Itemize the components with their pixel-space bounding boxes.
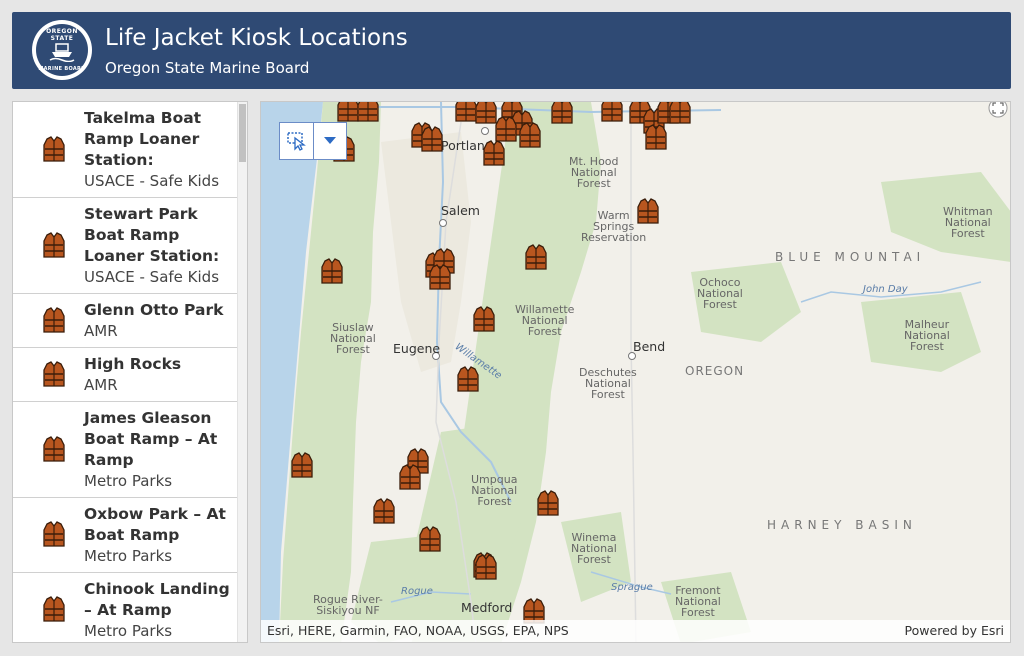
kiosk-list-item[interactable]: High Rocks AMR [13,348,239,402]
attribution-text[interactable]: Esri, HERE, Garmin, FAO, NOAA, USGS, EPA… [267,623,569,638]
life-jacket-icon[interactable] [473,306,495,332]
list-scrollbar[interactable] [237,102,247,642]
life-jacket-icon [43,306,65,334]
app-header: OREGON STATE MARINE BOARD Life Jacket Ki… [12,12,1011,89]
kiosk-organization: Metro Parks [84,472,173,490]
life-jacket-icon[interactable] [421,126,443,152]
life-jacket-icon[interactable] [537,490,559,516]
select-dropdown-button[interactable] [312,123,346,159]
map-view[interactable]: Mt. Hood National Forest Warm Springs Reserv… [260,101,1011,643]
life-jacket-icon[interactable] [475,554,497,580]
willamette-nf-label: Willamette National Forest [515,303,575,338]
sprague-river-label: Sprague [611,582,653,593]
medford-label: Medford [461,600,513,615]
bend-label: Bend [633,339,666,354]
life-jacket-icon[interactable] [495,116,517,142]
kiosk-name: James Gleason Boat Ramp – At Ramp [84,409,218,469]
rogue-river-label: Rogue [401,586,433,597]
powered-by-esri[interactable]: Powered by Esri [905,623,1004,638]
malheur-label: Malheur National Forest [904,318,950,353]
life-jacket-icon[interactable] [525,244,547,270]
life-jacket-icon [43,135,65,163]
life-jacket-icon[interactable] [321,258,343,284]
app-title: Life Jacket Kiosk Locations [105,25,408,51]
select-tool-icon [287,132,307,151]
kiosk-list: Takelma Boat Ramp Loaner Station: USACE -… [13,102,239,642]
kiosk-organization: USACE - Safe Kids [84,172,220,190]
life-jacket-icon[interactable] [645,124,667,150]
marine-board-logo: OREGON STATE MARINE BOARD [32,20,92,80]
salem-marker [439,219,447,227]
life-jacket-icon [43,231,65,259]
kiosk-organization: USACE - Safe Kids [84,268,220,286]
life-jacket-icon[interactable] [357,102,379,122]
caret-down-icon [323,137,336,144]
umpqua-label: Umpqua National Forest [471,473,518,508]
ochoco-label: Ochoco National Forest [697,276,743,311]
fremont-label: Fremont National Forest [675,584,721,619]
oregon-label: OREGON [685,364,745,378]
kiosk-name: High Rocks [84,355,182,373]
life-jacket-icon[interactable] [419,526,441,552]
scrollbar-thumb[interactable] [239,104,246,162]
life-jacket-icon[interactable] [373,498,395,524]
life-jacket-icon [43,520,65,548]
siuslaw-label: Siuslaw National Forest [330,321,376,356]
life-jacket-icon[interactable] [551,102,573,124]
life-jacket-icon[interactable] [337,102,359,122]
life-jacket-icon[interactable] [429,264,451,290]
life-jacket-icon[interactable] [669,102,691,124]
rogue-nf-label: Rogue River- Siskiyou NF [313,593,383,617]
portland-marker [481,127,489,135]
life-jacket-icon [43,360,65,388]
kiosk-list-item[interactable]: James Gleason Boat Ramp – At Ramp Metro P… [13,402,239,498]
life-jacket-icon[interactable] [457,366,479,392]
expand-icon[interactable] [988,101,1008,118]
mt-hood-label: Mt. Hood National Forest [569,155,619,190]
kiosk-organization: AMR [84,376,118,394]
map-attribution-bar: Esri, HERE, Garmin, FAO, NOAA, USGS, EPA… [261,620,1010,642]
kiosk-list-item[interactable]: Chinook Landing – At Ramp Metro Parks [13,573,239,642]
salem-label: Salem [441,203,480,218]
whitman-label: Whitman National Forest [943,205,993,240]
life-jacket-icon[interactable] [637,198,659,224]
kiosk-list-item[interactable]: Takelma Boat Ramp Loaner Station: USACE -… [13,102,239,198]
kiosk-list-item[interactable]: Stewart Park Boat Ramp Loaner Station: US… [13,198,239,294]
app-subtitle: Oregon State Marine Board [105,59,310,77]
select-tool-group [279,122,347,160]
kiosk-name: Oxbow Park – At Boat Ramp [84,505,226,544]
life-jacket-icon[interactable] [399,464,421,490]
kiosk-list-panel: Takelma Boat Ramp Loaner Station: USACE -… [12,101,248,643]
eugene-label: Eugene [393,341,441,356]
kiosk-name: Chinook Landing – At Ramp [84,580,230,619]
kiosk-list-item[interactable]: Oxbow Park – At Boat Ramp Metro Parks [13,498,239,573]
life-jacket-icon[interactable] [483,140,505,166]
john-day-label: John Day [863,284,908,295]
blue-mountains-label: BLUE MOUNTAI [775,250,926,264]
kiosk-organization: Metro Parks [84,622,173,640]
kiosk-organization: Metro Parks [84,547,173,565]
kiosk-name: Glenn Otto Park [84,301,224,319]
kiosk-name: Stewart Park Boat Ramp Loaner Station: [84,205,220,265]
kiosk-organization: AMR [84,322,118,340]
kiosk-list-item[interactable]: Glenn Otto Park AMR [13,294,239,348]
life-jacket-icon[interactable] [601,102,623,122]
life-jacket-icon[interactable] [455,102,477,122]
life-jacket-icon [43,595,65,623]
deschutes-label: Deschutes National Forest [579,366,637,401]
life-jacket-icon[interactable] [291,452,313,478]
life-jacket-icon[interactable] [475,102,497,124]
select-tool-button[interactable] [280,123,313,159]
life-jacket-icon [43,435,65,463]
kiosk-name: Takelma Boat Ramp Loaner Station: [84,109,202,169]
life-jacket-icon[interactable] [519,122,541,148]
winema-label: Winema National Forest [571,531,617,566]
harney-basin-label: HARNEY BASIN [767,518,917,532]
